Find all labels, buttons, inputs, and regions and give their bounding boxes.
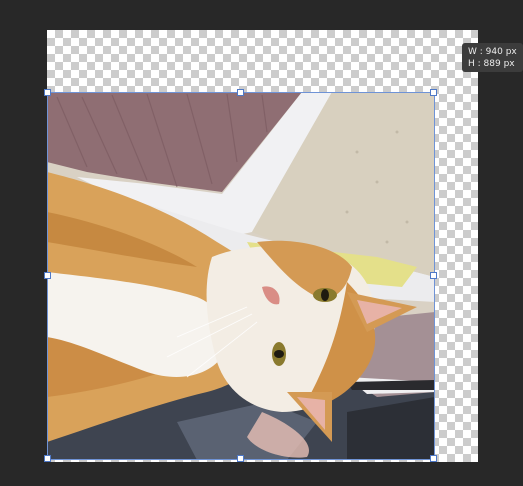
resize-handle-bottom-left[interactable] [44,455,51,462]
width-label: W : [468,47,483,57]
resize-handle-top-left[interactable] [44,89,51,96]
resize-handle-left[interactable] [44,272,51,279]
resize-handle-top[interactable] [237,89,244,96]
width-value: 940 px [485,47,517,57]
resize-handle-right[interactable] [430,272,437,279]
resize-handle-bottom-right[interactable] [430,455,437,462]
placed-photo-layer[interactable] [47,92,435,460]
width-readout: W : 940 px [468,46,523,58]
height-label: H : [468,59,481,69]
resize-handle-bottom[interactable] [237,455,244,462]
height-readout: H : 889 px [468,58,523,70]
canvas-area[interactable]: W : 940 px H : 889 px [0,0,523,486]
resize-handle-top-right[interactable] [430,89,437,96]
cat-photo [47,92,435,460]
height-value: 889 px [483,59,515,69]
transform-size-tooltip: W : 940 px H : 889 px [462,43,523,72]
